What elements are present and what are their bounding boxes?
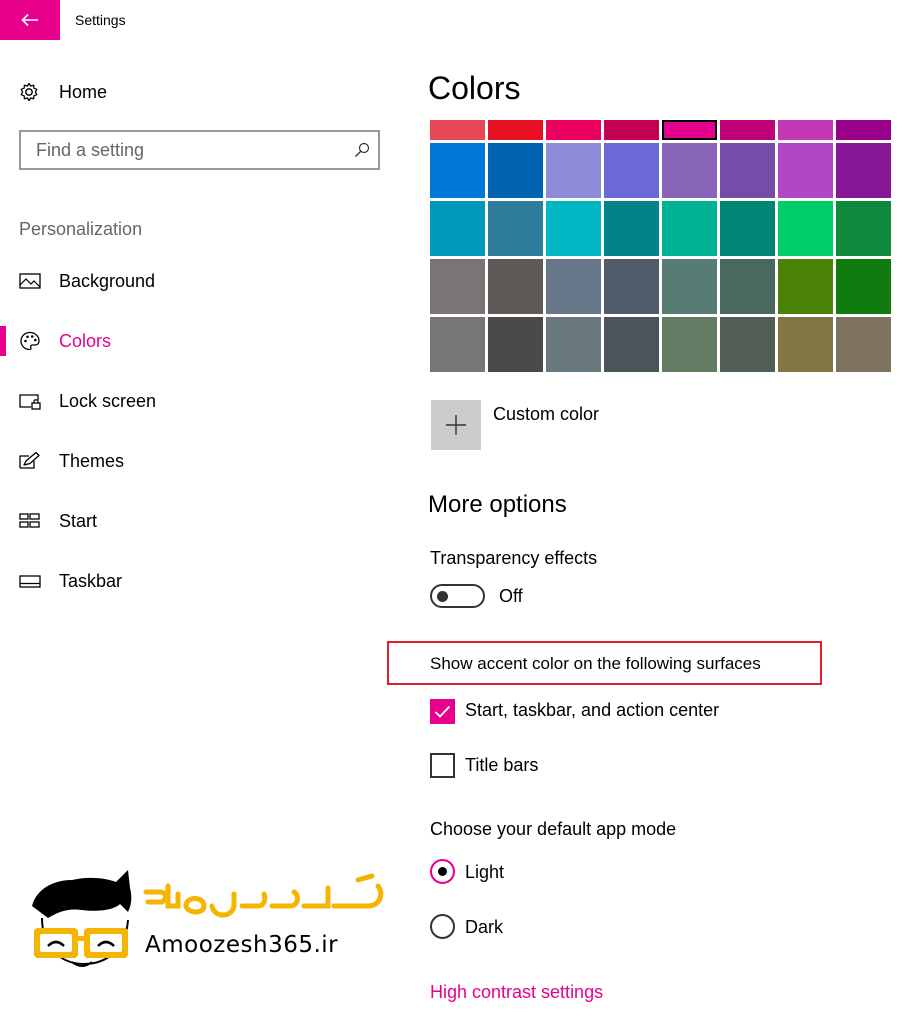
swatch-row <box>430 317 891 372</box>
sidebar-item-start[interactable]: Start <box>0 501 380 541</box>
toggle-state-label: Off <box>499 586 523 606</box>
sidebar-item-background[interactable]: Background <box>0 261 380 301</box>
light-mode-label[interactable]: Light <box>465 862 504 883</box>
color-swatch[interactable] <box>546 317 601 372</box>
light-mode-radio[interactable] <box>430 859 455 884</box>
color-swatch[interactable] <box>430 143 485 198</box>
swatch-row <box>430 143 891 198</box>
picture-icon <box>19 273 41 289</box>
color-swatch[interactable] <box>662 143 717 198</box>
color-swatch[interactable] <box>488 317 543 372</box>
color-swatch[interactable] <box>836 201 891 256</box>
start-taskbar-label[interactable]: Start, taskbar, and action center <box>465 700 719 721</box>
color-swatch[interactable] <box>488 201 543 256</box>
swatch-row <box>430 201 891 256</box>
color-swatch[interactable] <box>604 201 659 256</box>
color-swatch-grid <box>430 120 892 372</box>
radio-dot <box>438 867 447 876</box>
color-swatch[interactable] <box>778 259 833 314</box>
toggle-knob <box>437 591 448 602</box>
taskbar-icon <box>19 575 41 588</box>
color-swatch[interactable] <box>662 317 717 372</box>
color-swatch[interactable] <box>720 143 775 198</box>
color-swatch[interactable] <box>546 259 601 314</box>
color-swatch[interactable] <box>604 143 659 198</box>
color-swatch[interactable] <box>546 201 601 256</box>
sidebar-item-taskbar[interactable]: Taskbar <box>0 561 380 601</box>
swatch-row <box>430 120 891 140</box>
dark-mode-label[interactable]: Dark <box>465 917 503 938</box>
search-box[interactable] <box>19 130 380 170</box>
custom-color-button[interactable]: Custom color <box>431 400 599 450</box>
accent-surfaces-label: Show accent color on the following surfa… <box>430 654 761 673</box>
color-swatch[interactable] <box>430 259 485 314</box>
more-options-heading: More options <box>428 491 567 518</box>
color-swatch[interactable] <box>836 259 891 314</box>
color-swatch[interactable] <box>430 317 485 372</box>
plus-icon <box>431 400 481 450</box>
sidebar-item-lock-screen[interactable]: Lock screen <box>0 381 380 421</box>
color-swatch[interactable] <box>662 259 717 314</box>
sidebar-item-label: Colors <box>59 331 112 351</box>
start-taskbar-checkbox[interactable] <box>430 699 455 724</box>
sidebar-item-colors[interactable]: Colors <box>0 321 380 361</box>
watermark-text: Amoozesh365.ir <box>145 932 339 958</box>
section-label: Personalization <box>19 219 143 239</box>
transparency-label: Transparency effects <box>430 548 598 568</box>
color-swatch[interactable] <box>778 317 833 372</box>
color-swatch[interactable] <box>836 317 891 372</box>
color-swatch[interactable] <box>720 201 775 256</box>
color-swatch[interactable] <box>604 120 659 140</box>
gear-icon <box>20 82 38 102</box>
color-swatch[interactable] <box>778 143 833 198</box>
themes-icon <box>19 451 40 469</box>
sidebar-item-label: Taskbar <box>59 571 123 591</box>
color-swatch[interactable] <box>836 120 891 140</box>
color-swatch[interactable] <box>546 143 601 198</box>
active-indicator <box>0 326 6 356</box>
watermark-logo <box>32 870 384 967</box>
dark-mode-radio[interactable] <box>430 914 455 939</box>
app-title: Settings <box>75 12 126 28</box>
page-title: Colors <box>428 70 521 106</box>
color-swatch[interactable] <box>604 259 659 314</box>
color-swatch[interactable] <box>778 120 833 140</box>
color-swatch[interactable] <box>546 120 601 140</box>
color-swatch[interactable] <box>836 143 891 198</box>
search-input[interactable] <box>36 139 354 161</box>
checkmark-icon <box>434 705 451 718</box>
sidebar-item-label: Themes <box>59 451 125 471</box>
nav-home-label: Home <box>59 81 108 102</box>
color-swatch[interactable] <box>720 120 775 140</box>
color-swatch[interactable] <box>488 120 543 140</box>
nav-home[interactable]: Home <box>18 80 107 104</box>
custom-color-label: Custom color <box>493 404 600 424</box>
color-swatch[interactable] <box>778 201 833 256</box>
color-swatch[interactable] <box>720 259 775 314</box>
transparency-toggle[interactable] <box>430 584 485 608</box>
color-swatch[interactable] <box>662 201 717 256</box>
color-swatch[interactable] <box>662 120 717 140</box>
app-mode-label: Choose your default app mode <box>430 819 677 839</box>
back-button[interactable] <box>0 0 60 40</box>
title-bars-label[interactable]: Title bars <box>465 755 538 776</box>
color-swatch[interactable] <box>430 201 485 256</box>
color-swatch[interactable] <box>488 143 543 198</box>
start-tiles-icon <box>19 513 40 528</box>
color-swatch[interactable] <box>430 120 485 140</box>
palette-icon <box>20 331 40 351</box>
title-bars-checkbox[interactable] <box>430 753 455 778</box>
search-icon[interactable] <box>354 142 370 158</box>
swatch-row <box>430 259 891 314</box>
sidebar-item-label: Start <box>59 511 98 531</box>
color-swatch[interactable] <box>488 259 543 314</box>
sidebar-item-label: Background <box>59 271 156 291</box>
sidebar-item-label: Lock screen <box>59 391 157 411</box>
lock-screen-icon <box>19 394 41 410</box>
high-contrast-link[interactable]: High contrast settings <box>430 982 603 1003</box>
color-swatch[interactable] <box>720 317 775 372</box>
back-arrow-icon <box>21 13 38 27</box>
color-swatch[interactable] <box>604 317 659 372</box>
sidebar-item-themes[interactable]: Themes <box>0 441 380 481</box>
